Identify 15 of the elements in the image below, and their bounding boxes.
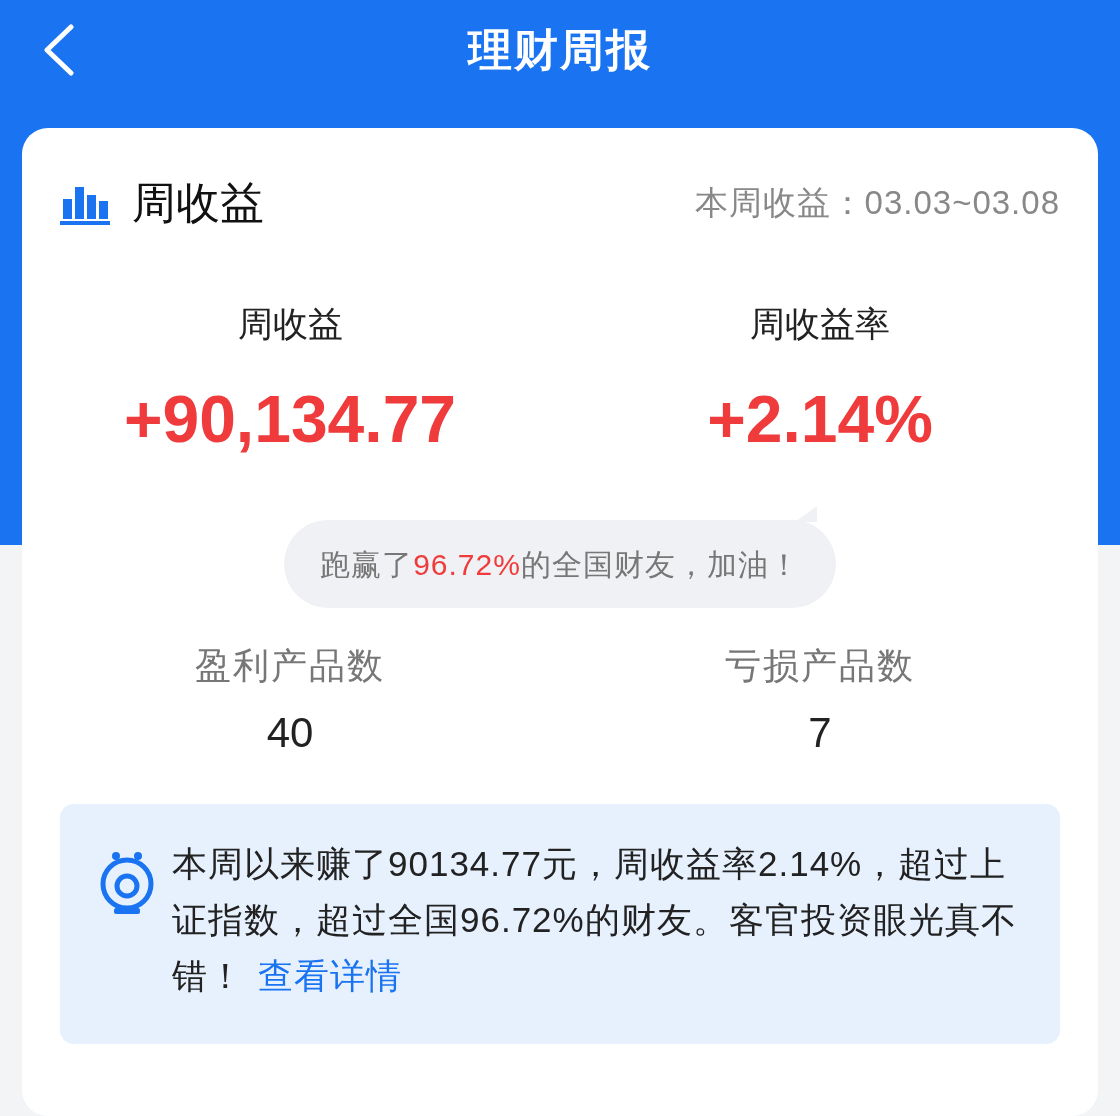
count-value: 7 bbox=[808, 712, 832, 754]
stat-value: +2.14% bbox=[707, 386, 933, 452]
count-label: 亏损产品数 bbox=[725, 648, 915, 684]
count-label: 盈利产品数 bbox=[195, 648, 385, 684]
rank-text: 跑赢了96.72%的全国财友，加油！ bbox=[320, 546, 800, 583]
summary-text: 本周以来赚了90134.77元，周收益率2.14%，超过上证指数，超过全国96.72%的财友。客官投资眼光真不错！ 查看详情 bbox=[172, 843, 1018, 997]
robot-icon bbox=[98, 850, 156, 916]
details-link[interactable]: 查看详情 bbox=[258, 956, 402, 995]
stat-label: 周收益 bbox=[237, 306, 343, 341]
stat-label: 周收益率 bbox=[750, 306, 890, 341]
page-title: 理财周报 bbox=[468, 24, 652, 76]
period-label: 本周收益：03.03~03.08 bbox=[694, 183, 1060, 224]
count-value: 40 bbox=[266, 712, 314, 754]
stat-value: +90,134.77 bbox=[123, 386, 457, 452]
section-title: 周收益 bbox=[132, 177, 264, 229]
